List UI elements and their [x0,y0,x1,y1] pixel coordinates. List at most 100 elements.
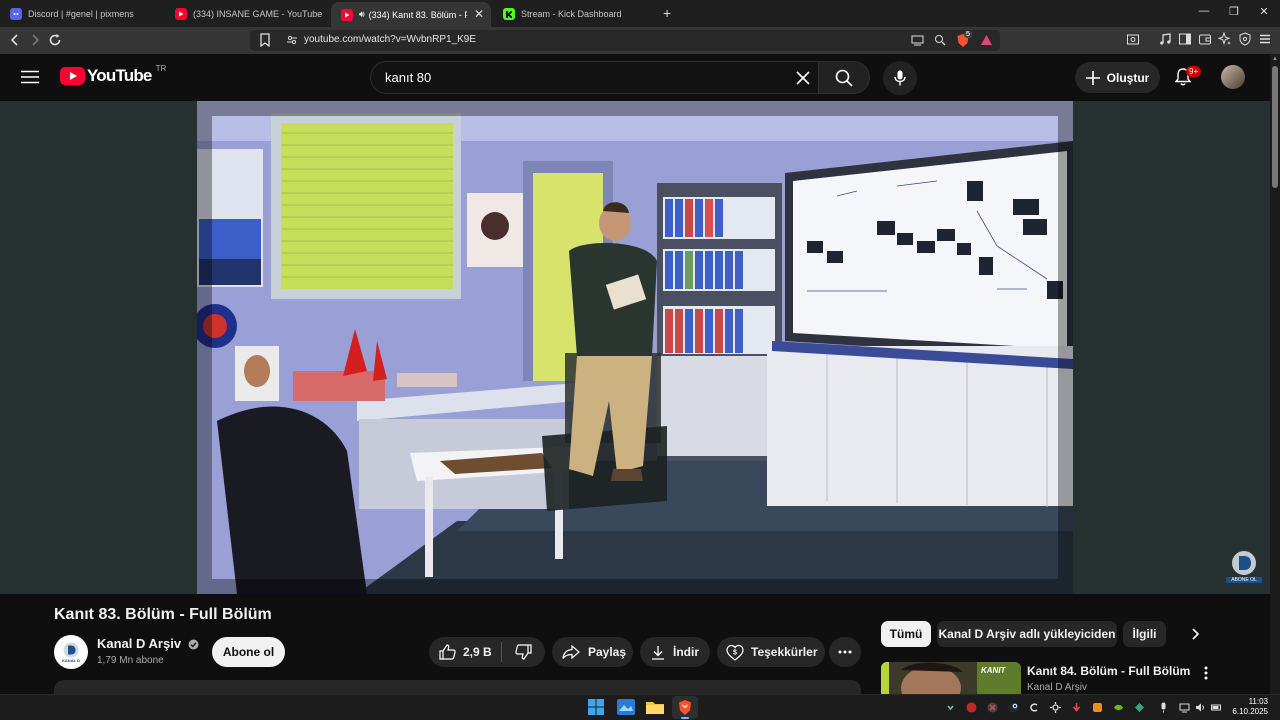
create-label: Oluştur [1106,70,1150,85]
video-frame[interactable] [197,101,1073,594]
description-box[interactable] [54,680,861,694]
forward-icon[interactable] [27,32,43,48]
tab-title: Stream - Kick Dashboard [521,8,622,19]
tab-discord[interactable]: Discord | #genel | pixmens [0,0,165,27]
sidebar-icon[interactable] [1178,32,1194,48]
brave-rewards-icon[interactable] [980,34,993,46]
tray-app-red-icon[interactable] [966,702,977,713]
youtube-logo[interactable]: YouTube TR [60,64,166,86]
voice-search-button[interactable] [883,61,917,95]
search-button[interactable] [818,61,870,94]
download-button[interactable]: İndir [640,637,710,667]
channel-logo-label: KANAL D [62,657,80,663]
close-window-button[interactable]: ✕ [1256,5,1272,18]
chip-from-uploader[interactable]: Kanal D Arşiv adlı yükleyiciden [937,621,1117,647]
video-scene [197,101,1073,594]
video-title: Kanıt 83. Bölüm - Full Bölüm [54,606,272,623]
thumbs-down-icon [514,644,532,660]
like-dislike-group: 2,9 B [429,637,545,667]
subscribe-button[interactable]: Abone ol [212,637,285,667]
taskbar-clock-time[interactable]: 11:03 [1240,697,1268,706]
windows-start-icon[interactable] [588,699,604,715]
taskbar-clock-date[interactable]: 6.10.2025 [1226,707,1268,716]
close-tab-icon[interactable]: ✕ [474,7,484,21]
tray-chevron-icon[interactable] [945,702,956,713]
share-button[interactable]: Paylaş [552,637,633,667]
subscriber-count: 1,79 Mn abone [97,655,164,666]
clear-search-icon[interactable] [795,70,811,86]
tray-battery-icon[interactable] [1211,702,1222,713]
scrollbar-thumb[interactable] [1272,66,1278,188]
menu-icon[interactable] [1258,32,1274,48]
brave-taskbar-button[interactable] [672,696,698,719]
tray-volume-icon[interactable] [1195,702,1206,713]
reload-icon[interactable] [47,32,63,48]
user-avatar[interactable] [1221,65,1245,89]
back-icon[interactable] [7,32,23,48]
dislike-button[interactable] [502,637,544,667]
more-vertical-icon[interactable] [1204,666,1208,680]
tab-title: (334) INSANE GAME - YouTube [193,8,323,19]
tab-youtube-kanit[interactable]: 🔊︎ (334) Kanıt 83. Bölüm - Full Bö ✕ [331,2,491,27]
share-label: Paylaş [588,645,627,659]
tab-kick-dashboard[interactable]: Stream - Kick Dashboard [493,0,658,27]
brave-shields-icon[interactable]: 5 [956,31,972,48]
scroll-up-icon[interactable]: ▲ [1272,56,1278,62]
thanks-button[interactable]: $ Teşekkürler [717,637,825,667]
hamburger-menu-icon[interactable] [21,70,39,84]
tray-monitor-icon[interactable] [1179,702,1190,713]
active-app-indicator [681,717,689,719]
site-info-icon[interactable] [286,34,298,46]
minimize-button[interactable]: — [1196,5,1212,17]
like-button[interactable]: 2,9 B [429,637,501,667]
notification-badge: 9+ [1186,66,1202,77]
windows-taskbar: 11:03 6.10.2025 [0,694,1280,720]
tray-antivirus-icon[interactable] [987,702,998,713]
restore-button[interactable]: ❐ [1226,5,1242,18]
steam-icon[interactable] [1008,702,1019,713]
chevron-right-icon[interactable] [1188,626,1202,642]
kanal-d-logo-icon [63,642,79,657]
screenshot-icon[interactable] [1126,32,1142,48]
recommendation-title[interactable]: Kanıt 84. Bölüm - Full Bölüm [1027,664,1190,678]
file-explorer-icon[interactable] [646,699,664,715]
tray-nvidia-icon[interactable] [1113,702,1124,713]
channel-watermark[interactable]: ABONE OL [1226,550,1262,586]
new-tab-button[interactable]: + [663,5,671,21]
channel-name[interactable]: Kanal D Arşiv [97,636,199,651]
more-actions-button[interactable] [829,637,861,667]
tray-c-icon[interactable] [1029,702,1040,713]
media-icon[interactable] [1158,32,1174,48]
svg-text:$: $ [733,649,737,656]
page-scrollbar[interactable]: ▲ [1270,54,1280,694]
zoom-icon[interactable] [934,34,946,46]
channel-avatar[interactable]: KANAL D [54,635,88,669]
thumbs-up-icon [439,644,456,660]
video-player[interactable]: ABONE OL [0,101,1270,594]
speaker-icon[interactable]: 🔊︎ [359,9,365,20]
verified-badge-icon [188,639,199,650]
plus-icon [1085,70,1100,85]
address-bar[interactable]: youtube.com/watch?v=WvbnRP1_K9E 5 [250,30,1000,51]
tab-youtube-insane-game[interactable]: (334) INSANE GAME - YouTube [165,0,330,27]
chip-related[interactable]: İlgili [1123,621,1166,647]
youtube-logo-icon [60,67,85,85]
recommendation-thumbnail[interactable]: KANIT [881,662,1021,694]
microphone-icon [894,70,906,86]
search-input[interactable]: kanıt 80 [370,61,818,94]
widgets-icon[interactable] [617,699,635,715]
tray-orange-app-icon[interactable] [1092,702,1103,713]
recommendation-channel[interactable]: Kanal D Arşiv [1027,682,1087,693]
tray-settings-icon[interactable] [1050,702,1061,713]
tray-download-icon[interactable] [1071,702,1082,713]
chip-all[interactable]: Tümü [881,621,931,647]
cast-icon[interactable] [911,34,924,46]
leo-ai-icon[interactable] [1218,32,1234,48]
tab-title: (334) Kanıt 83. Bölüm - Full Bö [368,9,467,20]
wallet-icon[interactable] [1198,32,1214,48]
vpn-icon[interactable] [1238,32,1254,48]
tray-microphone-icon[interactable] [1158,702,1169,713]
tray-network-app-icon[interactable] [1134,702,1145,713]
create-button[interactable]: Oluştur [1075,62,1160,93]
bookmark-icon[interactable] [259,33,271,47]
